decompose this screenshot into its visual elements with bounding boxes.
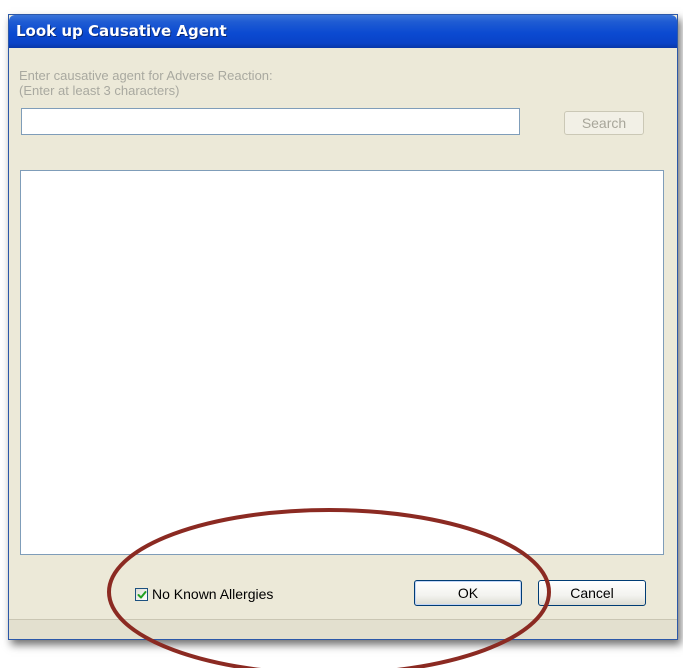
causative-agent-input[interactable] (21, 108, 520, 135)
status-bar (9, 619, 677, 639)
results-list[interactable] (20, 170, 664, 555)
title-bar[interactable]: Look up Causative Agent (9, 15, 677, 48)
search-prompt: Enter causative agent for Adverse Reacti… (19, 68, 273, 98)
no-known-allergies-label[interactable]: No Known Allergies (152, 586, 273, 602)
checkbox-checked-icon[interactable] (135, 587, 148, 601)
dialog-window: Look up Causative Agent Enter causative … (8, 14, 678, 640)
cancel-button[interactable]: Cancel (538, 580, 646, 606)
search-prompt-line-1: Enter causative agent for Adverse Reacti… (19, 68, 273, 83)
window-title: Look up Causative Agent (16, 22, 227, 40)
search-prompt-line-2: (Enter at least 3 characters) (19, 83, 180, 98)
no-known-allergies-checkbox[interactable]: No Known Allergies (135, 585, 273, 603)
screenshot: Look up Causative Agent Enter causative … (0, 0, 683, 668)
ok-button[interactable]: OK (414, 580, 522, 606)
search-button[interactable]: Search (564, 111, 644, 135)
